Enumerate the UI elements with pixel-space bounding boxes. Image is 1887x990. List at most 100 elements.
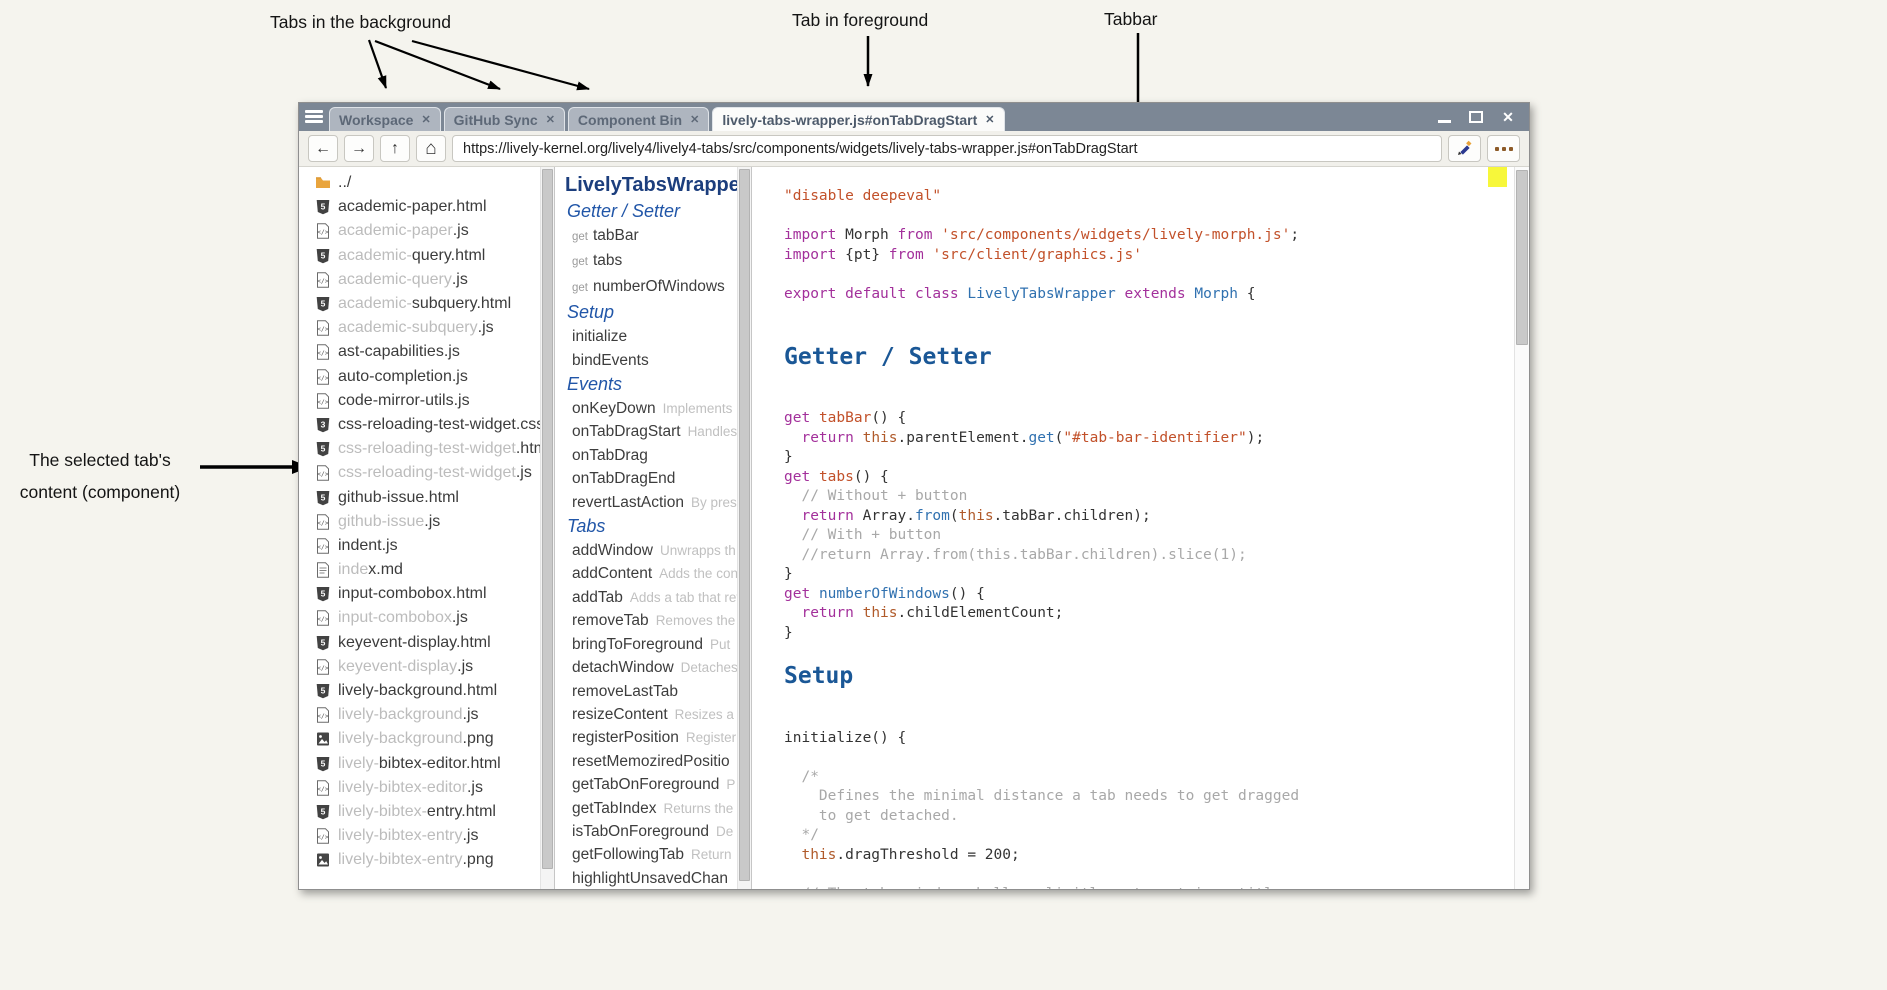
outline-method[interactable]: gettabBar (565, 224, 737, 249)
file-row[interactable]: </>keyevent-display.js (315, 655, 540, 679)
editor-scrollbar[interactable] (1514, 167, 1529, 889)
file-row[interactable]: 5lively-bibtex-editor.html (315, 752, 540, 776)
outline-method[interactable]: revertLastActionBy pres (565, 491, 737, 514)
html-icon: 5 (315, 490, 331, 506)
outline-method[interactable]: addWindowUnwrapps th (565, 539, 737, 562)
code-line: get tabs() { (784, 468, 1499, 488)
file-row[interactable]: ../ (315, 171, 540, 195)
outline-method[interactable]: registerPositionRegister (565, 726, 737, 749)
file-row[interactable]: 5academic-subquery.html (315, 292, 540, 316)
file-row[interactable]: </>lively-bibtex-entry.js (315, 824, 540, 848)
outline-method-name: isTabOnForeground (572, 823, 709, 840)
file-row[interactable]: 5academic-query.html (315, 244, 540, 268)
outline-method[interactable]: gettabs (565, 249, 737, 274)
url-input[interactable] (452, 135, 1442, 162)
file-name: .js (452, 609, 468, 627)
outline-method[interactable]: getTabOnForegroundP (565, 773, 737, 796)
outline-method[interactable]: isTabOnForegroundDe (565, 820, 737, 843)
outline-method[interactable]: getnumberOfWindows (565, 275, 737, 300)
tab-background[interactable]: Workspace✕ (329, 107, 441, 131)
outline-class-name[interactable]: LivelyTabsWrapper (565, 172, 737, 199)
outline-panel-scrollbar[interactable] (737, 167, 751, 889)
tab-foreground[interactable]: lively-tabs-wrapper.js#onTabDragStart✕ (712, 107, 1004, 131)
more-button[interactable] (1487, 135, 1520, 162)
edit-button[interactable] (1448, 135, 1481, 162)
outline-method[interactable]: onTabDrag (565, 444, 737, 467)
outline-section[interactable]: Events (565, 372, 737, 397)
folder-icon (315, 175, 331, 191)
png-icon (315, 852, 331, 868)
outline-method[interactable]: removeLastTab (565, 680, 737, 703)
home-button[interactable]: ⌂ (416, 135, 446, 162)
file-row[interactable]: </>ast-capabilities.js (315, 340, 540, 364)
outline-section[interactable]: Setup (565, 300, 737, 325)
outline-method[interactable]: removeTabRemoves the (565, 609, 737, 632)
minimize-button[interactable] (1437, 110, 1451, 124)
outline-method-name: tabs (593, 252, 622, 269)
menu-icon[interactable] (305, 110, 323, 123)
up-button[interactable]: ↑ (380, 135, 410, 162)
file-row[interactable]: 5lively-bibtex-entry.html (315, 800, 540, 824)
outline-method[interactable]: onTabDragStartHandles (565, 420, 737, 443)
annotation-marker[interactable] (1488, 167, 1507, 187)
tab-close-icon[interactable]: ✕ (690, 113, 699, 126)
outline-method[interactable]: bringToForegroundPut (565, 633, 737, 656)
code-line: export default class LivelyTabsWrapper e… (784, 285, 1499, 305)
file-row[interactable]: </>auto-completion.js (315, 365, 540, 389)
outline-method[interactable]: getFollowingTabReturn (565, 843, 737, 866)
back-button[interactable]: ← (308, 135, 338, 162)
code-line: get numberOfWindows() { (784, 585, 1499, 605)
close-button[interactable]: ✕ (1501, 110, 1515, 124)
svg-text:</>: </> (317, 470, 329, 478)
file-name-prefix: lively- (338, 755, 379, 773)
file-row[interactable]: </>academic-query.js (315, 268, 540, 292)
tab-close-icon[interactable]: ✕ (985, 113, 994, 126)
outline-method[interactable]: onTabDragEnd (565, 467, 737, 490)
svg-text:</>: </> (317, 615, 329, 623)
outline-method[interactable]: onKeyDownImplements (565, 397, 737, 420)
file-row[interactable]: lively-bibtex-entry.png (315, 848, 540, 872)
file-panel-scrollbar[interactable] (540, 167, 554, 889)
tab-close-icon[interactable]: ✕ (421, 113, 430, 126)
file-row[interactable]: 3css-reloading-test-widget.css (315, 413, 540, 437)
file-row[interactable]: 5input-combobox.html (315, 582, 540, 606)
js-icon: </> (315, 272, 331, 288)
svg-text:5: 5 (321, 492, 326, 502)
outline-method[interactable]: detachWindowDetaches (565, 656, 737, 679)
file-row[interactable]: </>academic-subquery.js (315, 316, 540, 340)
file-row[interactable]: </>academic-paper.js (315, 219, 540, 243)
maximize-button[interactable] (1469, 110, 1483, 124)
outline-section[interactable]: Tabs (565, 514, 737, 539)
forward-button[interactable]: → (344, 135, 374, 162)
file-row[interactable]: </>code-mirror-utils.js (315, 389, 540, 413)
tab-close-icon[interactable]: ✕ (546, 113, 555, 126)
file-row[interactable]: </>lively-bibtex-editor.js (315, 776, 540, 800)
file-row[interactable]: </>input-combobox.js (315, 606, 540, 630)
outline-method[interactable]: highlightUnsavedChan (565, 867, 737, 889)
file-name: .js (457, 658, 473, 676)
file-row[interactable]: </>css-reloading-test-widget.js (315, 461, 540, 485)
outline-method[interactable]: initialize (565, 325, 737, 348)
file-name: .js (462, 827, 478, 845)
outline-method[interactable]: getTabIndexReturns the (565, 797, 737, 820)
file-row[interactable]: 5academic-paper.html (315, 195, 540, 219)
outline-method[interactable]: addContentAdds the con (565, 562, 737, 585)
code-editor[interactable]: "disable deepeval" import Morph from 'sr… (752, 167, 1529, 889)
file-row[interactable]: </>github-issue.js (315, 510, 540, 534)
file-row[interactable]: index.md (315, 558, 540, 582)
file-row[interactable]: </>lively-background.js (315, 703, 540, 727)
outline-section[interactable]: Getter / Setter (565, 199, 737, 224)
file-row[interactable]: 5css-reloading-test-widget.html (315, 437, 540, 461)
file-row[interactable]: 5keyevent-display.html (315, 631, 540, 655)
file-row[interactable]: </>indent.js (315, 534, 540, 558)
outline-method[interactable]: resetMemoziredPositio (565, 750, 737, 773)
tab-background[interactable]: Component Bin✕ (568, 107, 709, 131)
outline-method[interactable]: addTabAdds a tab that ref (565, 586, 737, 609)
file-row[interactable]: 5github-issue.html (315, 485, 540, 509)
file-row[interactable]: lively-background.png (315, 727, 540, 751)
outline-method[interactable]: resizeContentResizes a (565, 703, 737, 726)
outline-method[interactable]: bindEvents (565, 349, 737, 372)
tab-background[interactable]: GitHub Sync✕ (444, 107, 565, 131)
file-row[interactable]: 5lively-background.html (315, 679, 540, 703)
outline-method-name: onTabDrag (572, 447, 648, 464)
